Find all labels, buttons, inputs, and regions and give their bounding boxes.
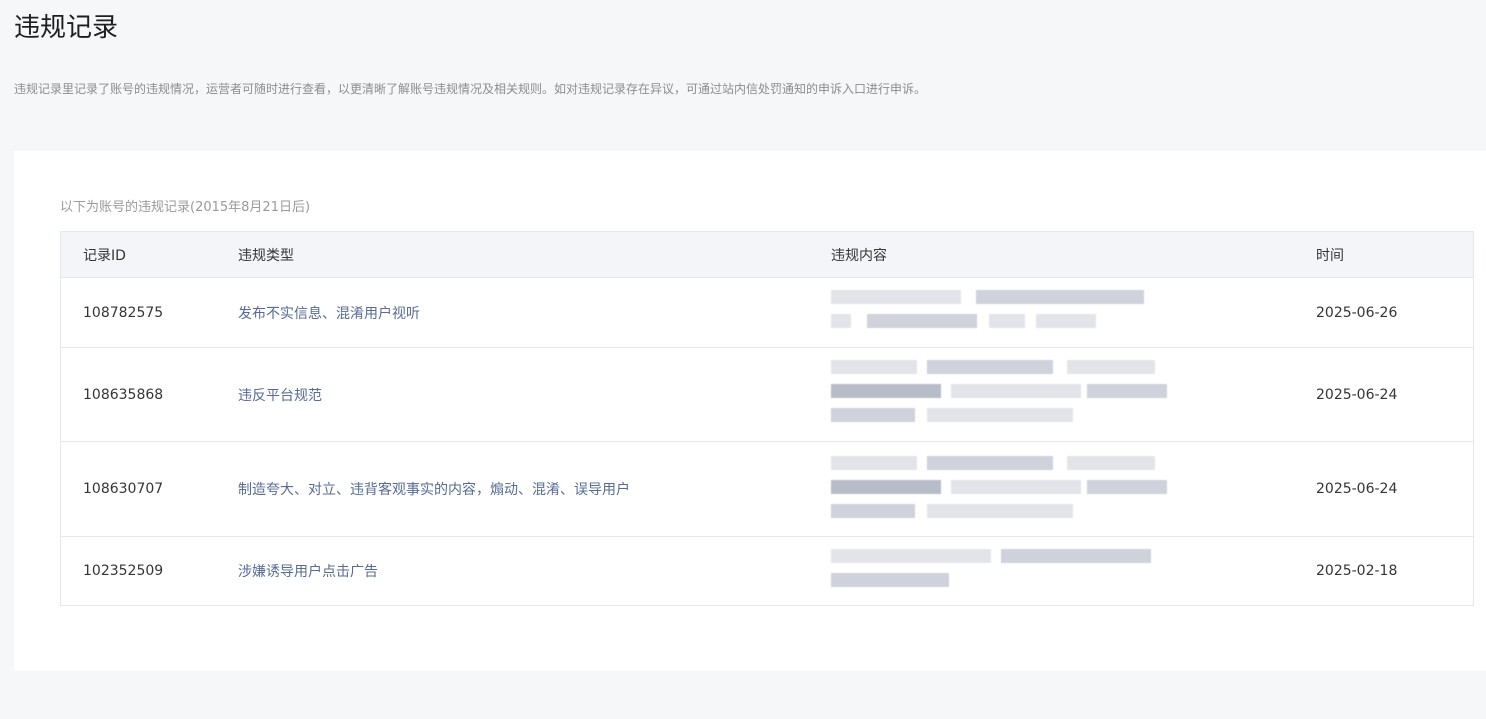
record-id: 108635868: [83, 386, 164, 403]
violation-records-table: 记录ID 违规类型 违规内容 时间 108782575 发布不实信息、混淆用户视…: [60, 231, 1474, 606]
record-time: 2025-06-24: [1316, 386, 1398, 403]
table-caption: 以下为账号的违规记录(2015年8月21日后): [60, 200, 311, 215]
header-violation-type: 违规类型: [238, 247, 294, 264]
page-description: 违规记录里记录了账号的违规情况，运营者可随时进行查看，以更清晰了解账号违规情况及…: [14, 82, 927, 96]
record-id: 102352509: [83, 563, 164, 579]
table-header-row: 记录ID 违规类型 违规内容 时间: [61, 232, 1473, 277]
blurred-content-image: [831, 442, 1171, 536]
record-time: 2025-06-26: [1316, 304, 1398, 321]
blurred-content-image: [831, 278, 1171, 347]
record-time: 2025-06-24: [1316, 481, 1398, 497]
violation-type-link[interactable]: 涉嫌诱导用户点击广告: [238, 537, 378, 605]
header-violation-content: 违规内容: [831, 247, 887, 264]
violation-type-link[interactable]: 违反平台规范: [238, 348, 322, 441]
record-id: 108630707: [83, 481, 164, 497]
record-time: 2025-02-18: [1316, 563, 1398, 579]
violation-type-link[interactable]: 发布不实信息、混淆用户视听: [238, 278, 420, 347]
blurred-content-image: [831, 348, 1171, 441]
page-title: 违规记录: [14, 13, 119, 43]
header-time: 时间: [1316, 247, 1344, 264]
violation-content-blurred: [831, 348, 1171, 441]
blurred-content-image: [831, 537, 1171, 605]
table-row: 108782575 发布不实信息、混淆用户视听 2025-06-26: [61, 277, 1473, 347]
violation-type-link[interactable]: 制造夸大、对立、违背客观事实的内容，煽动、混淆、误导用户: [238, 442, 630, 536]
violation-content-blurred: [831, 442, 1171, 536]
violation-content-blurred: [831, 278, 1171, 347]
records-card: 以下为账号的违规记录(2015年8月21日后) 记录ID 违规类型 违规内容 时…: [14, 151, 1486, 671]
record-id: 108782575: [83, 304, 164, 321]
violation-content-blurred: [831, 537, 1171, 605]
table-row: 108630707 制造夸大、对立、违背客观事实的内容，煽动、混淆、误导用户 2…: [61, 441, 1473, 536]
table-row: 102352509 涉嫌诱导用户点击广告 2025-02-18: [61, 536, 1473, 605]
table-row: 108635868 违反平台规范 2025-06-24: [61, 347, 1473, 441]
header-record-id: 记录ID: [83, 247, 126, 264]
